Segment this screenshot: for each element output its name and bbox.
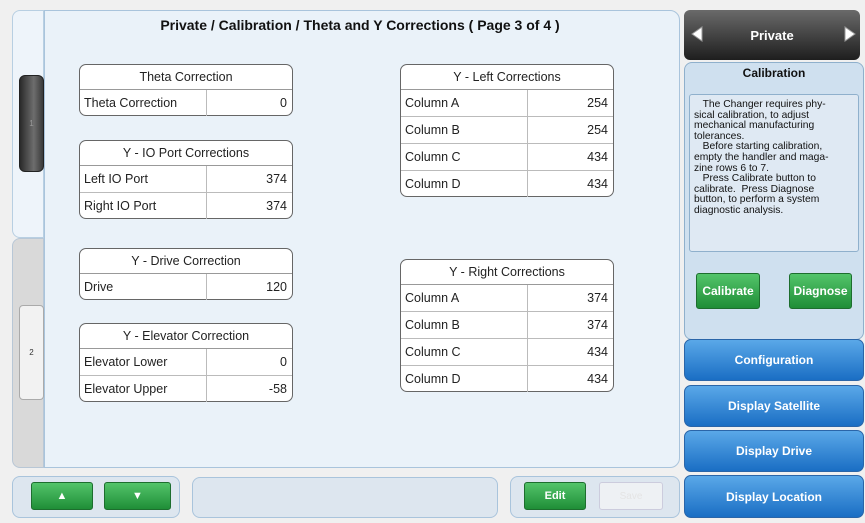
- up-arrow-icon: ▲: [56, 490, 68, 502]
- table-row[interactable]: Column D 434: [401, 366, 613, 392]
- nav-label: Display Drive: [735, 444, 813, 458]
- box-title: Y - Elevator Correction: [80, 324, 292, 349]
- table-row[interactable]: Right IO Port 374: [80, 193, 292, 219]
- table-row[interactable]: Elevator Upper -58: [80, 376, 292, 402]
- nav-display-satellite-button[interactable]: Display Satellite: [684, 385, 864, 427]
- diagnose-label: Diagnose: [793, 284, 848, 298]
- scroll-up-button[interactable]: ▲: [31, 482, 93, 510]
- calibrate-label: Calibrate: [702, 284, 754, 298]
- box-title: Theta Correction: [80, 65, 292, 90]
- row-label: Column D: [401, 366, 528, 392]
- table-row[interactable]: Column C 434: [401, 339, 613, 366]
- row-label: Elevator Upper: [80, 376, 207, 402]
- table-row[interactable]: Column A 374: [401, 285, 613, 312]
- calibration-description: The Changer requires phy- sical calibrat…: [689, 94, 859, 252]
- edit-button[interactable]: Edit: [524, 482, 586, 510]
- elevator-correction-box: Y - Elevator Correction Elevator Lower 0…: [79, 323, 293, 402]
- row-label: Left IO Port: [80, 166, 207, 192]
- row-label: Theta Correction: [80, 90, 207, 116]
- diagnose-button[interactable]: Diagnose: [789, 273, 852, 309]
- io-port-corrections-box: Y - IO Port Corrections Left IO Port 374…: [79, 140, 293, 219]
- table-row[interactable]: Elevator Lower 0: [80, 349, 292, 376]
- row-value[interactable]: 374: [528, 285, 613, 311]
- drive-correction-box: Y - Drive Correction Drive 120: [79, 248, 293, 300]
- row-value[interactable]: 374: [207, 193, 292, 219]
- row-value[interactable]: 374: [528, 312, 613, 338]
- row-label: Column C: [401, 144, 528, 170]
- row-label: Column C: [401, 339, 528, 365]
- row-label: Drive: [80, 274, 207, 300]
- table-row[interactable]: Column A 254: [401, 90, 613, 117]
- row-label: Column D: [401, 171, 528, 197]
- row-value[interactable]: 120: [207, 274, 292, 300]
- row-label: Column B: [401, 312, 528, 338]
- row-label: Column A: [401, 90, 528, 116]
- theta-correction-box: Theta Correction Theta Correction 0: [79, 64, 293, 116]
- row-label: Column A: [401, 285, 528, 311]
- table-row[interactable]: Left IO Port 374: [80, 166, 292, 193]
- box-title: Y - Drive Correction: [80, 249, 292, 274]
- table-row[interactable]: Column C 434: [401, 144, 613, 171]
- row-value[interactable]: 254: [528, 117, 613, 143]
- nav-display-location-button[interactable]: Display Location: [684, 475, 864, 518]
- row-value[interactable]: 0: [207, 349, 292, 375]
- nav-label: Display Satellite: [727, 399, 821, 413]
- row-label: Column B: [401, 117, 528, 143]
- nav-label: Configuration: [734, 353, 814, 367]
- row-value[interactable]: 0: [207, 90, 292, 116]
- y-right-corrections-box: Y - Right Corrections Column A 374 Colum…: [400, 259, 614, 392]
- row-value[interactable]: 434: [528, 144, 613, 170]
- private-label: Private: [750, 27, 794, 43]
- private-menu-header: Private: [684, 10, 860, 60]
- row-label: Right IO Port: [80, 193, 207, 219]
- tab-2-label: 2: [29, 348, 34, 357]
- row-label: Elevator Lower: [80, 349, 207, 375]
- table-row[interactable]: Column B 374: [401, 312, 613, 339]
- row-value[interactable]: 374: [207, 166, 292, 192]
- tab-2-handle[interactable]: 2: [19, 305, 44, 400]
- status-message-area: [192, 477, 498, 518]
- calibrate-button[interactable]: Calibrate: [696, 273, 760, 309]
- table-row[interactable]: Column B 254: [401, 117, 613, 144]
- nav-configuration-button[interactable]: Configuration: [684, 339, 864, 381]
- nav-display-drive-button[interactable]: Display Drive: [684, 430, 864, 472]
- save-button-label: Save: [619, 490, 643, 502]
- y-left-corrections-box: Y - Left Corrections Column A 254 Column…: [400, 64, 614, 197]
- tab-1-label: 1: [29, 119, 34, 128]
- previous-arrow-icon[interactable]: [690, 26, 704, 42]
- row-value[interactable]: 434: [528, 171, 613, 197]
- row-value[interactable]: 434: [528, 339, 613, 365]
- box-title: Y - IO Port Corrections: [80, 141, 292, 166]
- down-arrow-icon: ▼: [132, 490, 143, 502]
- scroll-down-button[interactable]: ▼: [104, 482, 171, 510]
- box-title: Y - Right Corrections: [401, 260, 613, 285]
- calibration-title: Calibration: [742, 66, 806, 80]
- row-value[interactable]: -58: [207, 376, 292, 402]
- row-value[interactable]: 434: [528, 366, 613, 392]
- table-row[interactable]: Theta Correction 0: [80, 90, 292, 116]
- next-arrow-icon[interactable]: [843, 26, 857, 42]
- page-title: Private / Calibration / Theta and Y Corr…: [160, 17, 560, 33]
- edit-button-label: Edit: [544, 490, 566, 502]
- table-row[interactable]: Column D 434: [401, 171, 613, 197]
- box-title: Y - Left Corrections: [401, 65, 613, 90]
- row-value[interactable]: 254: [528, 90, 613, 116]
- save-button[interactable]: Save: [599, 482, 663, 510]
- table-row[interactable]: Drive 120: [80, 274, 292, 300]
- tab-1-handle[interactable]: 1: [19, 75, 44, 172]
- nav-label: Display Location: [725, 489, 823, 504]
